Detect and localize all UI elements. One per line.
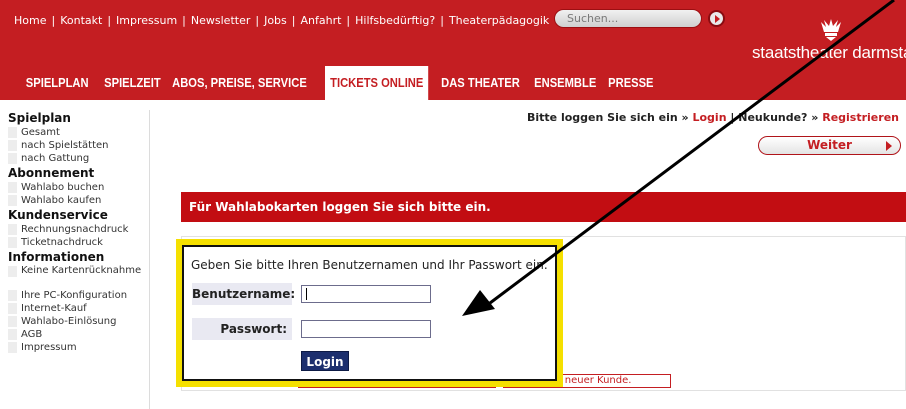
username-input[interactable] [301,285,431,303]
status-separator: | [730,111,735,124]
sidebar-section-title: Abonnement [8,166,95,180]
login-link[interactable]: Login [692,111,726,124]
top-link[interactable]: Kontakt [60,14,102,27]
crest-logo-icon[interactable] [818,18,844,42]
sidebar-section-title: Kundenservice [8,208,108,222]
nav-item[interactable]: SPIELPLAN [0,66,94,100]
text-caret [306,288,307,300]
top-link-separator: | [291,13,296,27]
nav-item[interactable]: PRESSE [603,66,659,100]
search-input[interactable]: Suchen... [554,9,702,28]
main-nav: SPIELPLAN SPIELZEIT ABOS, PREISE, SERVICE T… [0,66,658,100]
password-label: Passwort: [192,318,292,340]
top-link[interactable]: Jobs [264,14,287,27]
top-link[interactable]: Impressum [116,14,177,27]
sidebar-section-title: Spielplan [8,111,71,125]
logo-text[interactable]: staatstheater darmstadt [752,43,906,63]
top-link-separator: | [346,13,351,27]
top-link-separator: | [182,13,186,27]
sidebar-item[interactable]: nach Spielstätten [0,139,149,152]
username-label: Benutzername: [192,283,295,305]
login-highlight-frame: Geben Sie bitte Ihren Benutzernamen und … [176,239,563,387]
sidebar-item[interactable]: Gesamt [0,126,149,139]
new-customer-prompt: Neukunde? » [738,111,819,124]
top-link-separator: | [255,13,260,27]
weiter-label: Weiter [807,138,852,152]
nav-item[interactable]: ENSEMBLE [529,66,601,100]
top-link-separator: | [107,13,112,27]
top-link[interactable]: Newsletter [191,14,250,27]
password-input[interactable] [301,320,431,338]
sidebar: Spielplan Gesamt nach Spielstätten nach Gat… [0,110,150,409]
top-link[interactable]: Home [14,14,46,27]
sidebar-item[interactable]: Ihre PC-Konfiguration [0,289,149,302]
login-button[interactable]: Login [301,351,349,371]
sidebar-item[interactable]: Impressum [0,341,149,354]
sidebar-item[interactable]: AGB [0,328,149,341]
sidebar-item[interactable]: Wahlabo kaufen [0,194,149,207]
register-link[interactable]: Registrieren [822,111,899,124]
top-link[interactable]: Theaterpädagogik [449,14,549,27]
sidebar-item[interactable]: Internet-Kauf [0,302,149,315]
top-links: Home | Kontakt | Impressum | Newsletter | Jobs | A… [14,12,549,28]
login-required-alert: Für Wahlabokarten loggen Sie sich bitte … [181,192,906,222]
search-go-icon[interactable] [708,10,725,27]
login-hint: Geben Sie bitte Ihren Benutzernamen und … [191,258,548,272]
sidebar-section-title: Informationen [8,250,105,264]
sidebar-item[interactable]: Ticketnachdruck [0,236,149,249]
sidebar-item[interactable]: nach Gattung [0,152,149,165]
login-form: Geben Sie bitte Ihren Benutzernamen und … [182,245,557,381]
login-status: Bitte loggen Sie sich ein » Login | Neuk… [527,111,899,124]
site-header: Home | Kontakt | Impressum | Newsletter | Jobs | A… [0,0,906,100]
top-link-separator: | [51,13,56,27]
sidebar-item[interactable]: Rechnungsnachdruck [0,223,149,236]
login-prompt: Bitte loggen Sie sich ein » [527,111,689,124]
arrow-right-icon [886,141,892,151]
nav-item[interactable]: ABOS, PREISE, SERVICE [167,66,312,100]
sidebar-item[interactable]: Wahlabo-Einlösung [0,315,149,328]
nav-item[interactable]: TICKETS ONLINE [325,66,429,100]
top-link-separator: | [440,13,444,27]
nav-item[interactable]: SPIELZEIT [99,66,166,100]
nav-item[interactable]: DAS THEATER [436,66,525,100]
top-link[interactable]: Hilfsbedürftig? [355,14,435,27]
sidebar-item[interactable]: Keine Kartenrücknahme [0,265,149,289]
sidebar-item[interactable]: Wahlabo buchen [0,181,149,194]
top-link[interactable]: Anfahrt [300,14,341,27]
weiter-button[interactable]: Weiter [758,136,901,155]
